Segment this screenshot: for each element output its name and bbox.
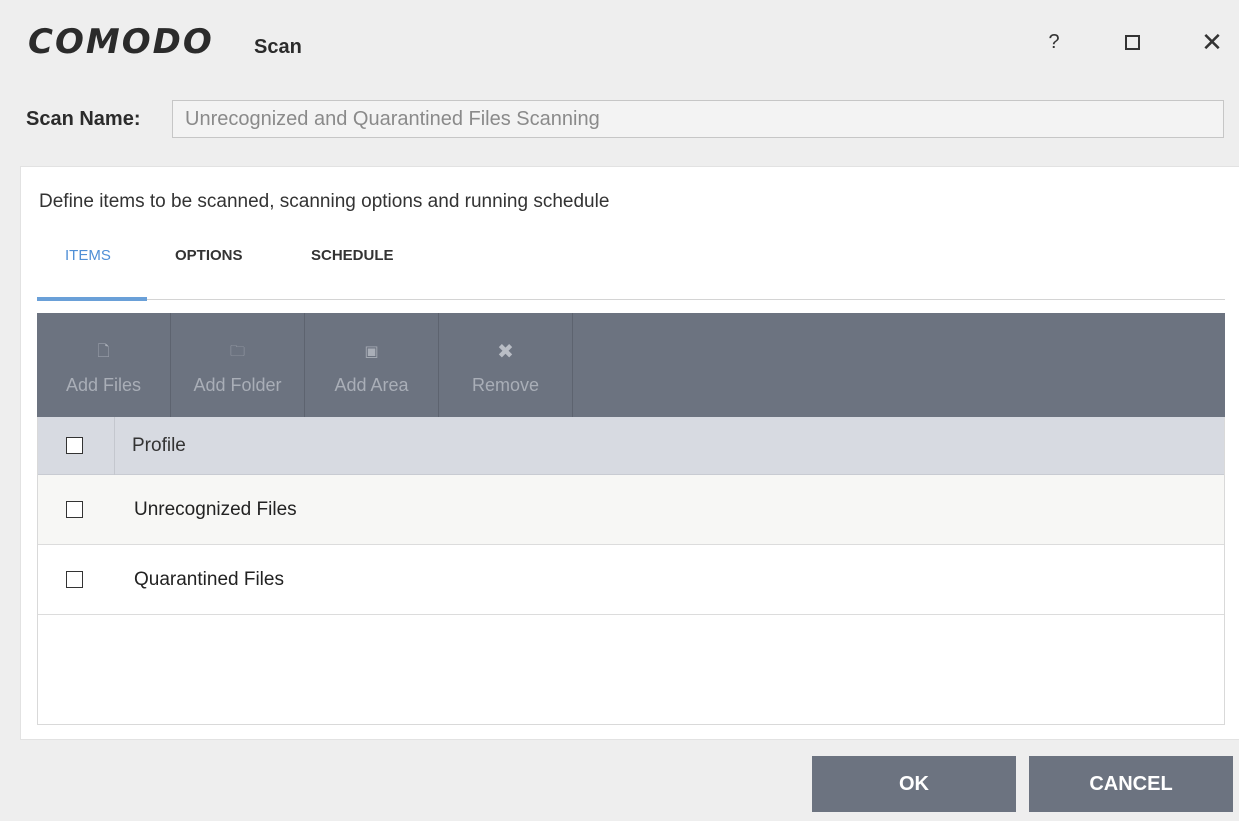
row-checkbox[interactable]: [66, 501, 83, 518]
remove-button[interactable]: ✖ Remove: [439, 313, 573, 417]
ok-button[interactable]: OK: [812, 756, 1016, 812]
add-file-icon: 🗋: [97, 343, 110, 360]
tab-schedule[interactable]: SCHEDULE: [311, 247, 394, 264]
add-area-button[interactable]: ▣ Add Area: [305, 313, 439, 417]
scan-settings-panel: Define items to be scanned, scanning opt…: [20, 166, 1239, 740]
header-divider: [114, 417, 115, 475]
add-files-button[interactable]: 🗋 Add Files: [37, 313, 171, 417]
items-list: Profile Unrecognized Files Quarantined F…: [37, 417, 1225, 725]
add-area-icon: ▣: [364, 343, 379, 360]
maximize-button[interactable]: [1112, 22, 1152, 62]
add-folder-label: Add Folder: [193, 375, 282, 395]
row-checkbox[interactable]: [66, 571, 83, 588]
tab-items[interactable]: ITEMS: [65, 247, 111, 264]
list-item[interactable]: Unrecognized Files: [38, 475, 1224, 545]
comodo-logo: COMODO: [28, 22, 214, 62]
tab-bar: ITEMS OPTIONS SCHEDULE: [37, 237, 1225, 301]
add-folder-button[interactable]: 🗀 Add Folder: [171, 313, 305, 417]
list-item-label: Unrecognized Files: [134, 499, 297, 520]
panel-description: Define items to be scanned, scanning opt…: [39, 191, 610, 212]
add-files-label: Add Files: [65, 375, 142, 395]
scan-name-label: Scan Name:: [26, 108, 141, 130]
cancel-button[interactable]: CANCEL: [1029, 756, 1233, 812]
window-title: Scan: [254, 36, 302, 58]
scan-name-input[interactable]: [172, 100, 1224, 138]
items-toolbar: 🗋 Add Files 🗀 Add Folder ▣ Add Area ✖ Re…: [37, 313, 1225, 417]
add-folder-icon: 🗀: [229, 343, 245, 360]
title-bar: COMODO Scan ? ✕: [0, 0, 1239, 90]
add-area-label: Add Area: [334, 375, 409, 395]
maximize-icon: [1124, 34, 1140, 50]
help-button[interactable]: ?: [1034, 22, 1074, 62]
tab-options[interactable]: OPTIONS: [175, 247, 243, 264]
active-tab-indicator: [37, 297, 147, 301]
select-all-checkbox[interactable]: [66, 437, 83, 454]
profile-column-header: Profile: [132, 435, 186, 456]
remove-label: Remove: [471, 375, 540, 395]
remove-icon: ✖: [497, 341, 514, 363]
list-item[interactable]: Quarantined Files: [38, 545, 1224, 615]
list-item-label: Quarantined Files: [134, 569, 284, 590]
close-button[interactable]: ✕: [1192, 22, 1232, 62]
list-header: Profile: [38, 417, 1224, 475]
